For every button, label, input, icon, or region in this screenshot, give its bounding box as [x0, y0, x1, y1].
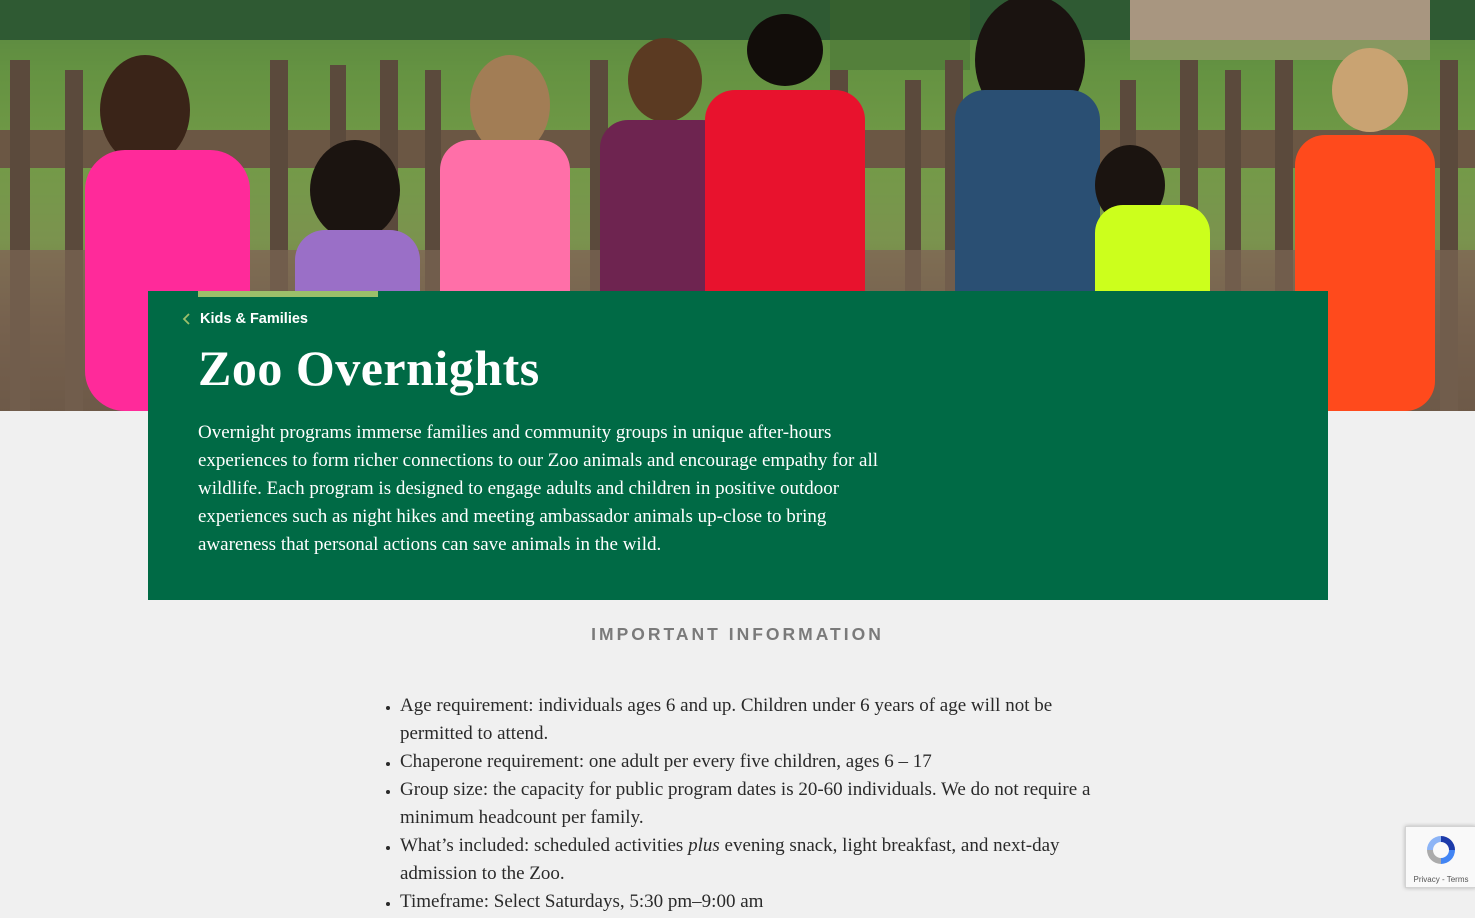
- list-item: What’s included: scheduled activities pl…: [400, 832, 1120, 888]
- list-item: Age requirement: individuals ages 6 and …: [400, 692, 1120, 748]
- recaptcha-icon: [1427, 836, 1455, 864]
- breadcrumb-label: Kids & Families: [200, 311, 308, 327]
- recaptcha-links[interactable]: Privacy - Terms: [1406, 875, 1475, 884]
- intro-paragraph: Overnight programs immerse families and …: [198, 422, 879, 555]
- accent-bar: [198, 291, 378, 297]
- list-item: Timeframe: Select Saturdays, 5:30 pm–9:0…: [400, 888, 1120, 916]
- hero-content-card: Kids & Families Zoo Overnights Overnight…: [148, 291, 1328, 600]
- list-item: Group size: the capacity for public prog…: [400, 776, 1120, 832]
- list-item: Chaperone requirement: one adult per eve…: [400, 748, 1120, 776]
- recaptcha-badge[interactable]: Privacy - Terms: [1405, 826, 1475, 888]
- important-information-list: Age requirement: individuals ages 6 and …: [382, 692, 1120, 916]
- page-title: Zoo Overnights: [198, 340, 540, 396]
- chevron-left-icon: [182, 313, 190, 325]
- emphasis-text: plus: [688, 835, 720, 856]
- breadcrumb-back-link[interactable]: Kids & Families: [182, 311, 308, 327]
- list-item-text: What’s included: scheduled activities: [400, 835, 689, 856]
- important-information-heading: IMPORTANT INFORMATION: [591, 624, 884, 644]
